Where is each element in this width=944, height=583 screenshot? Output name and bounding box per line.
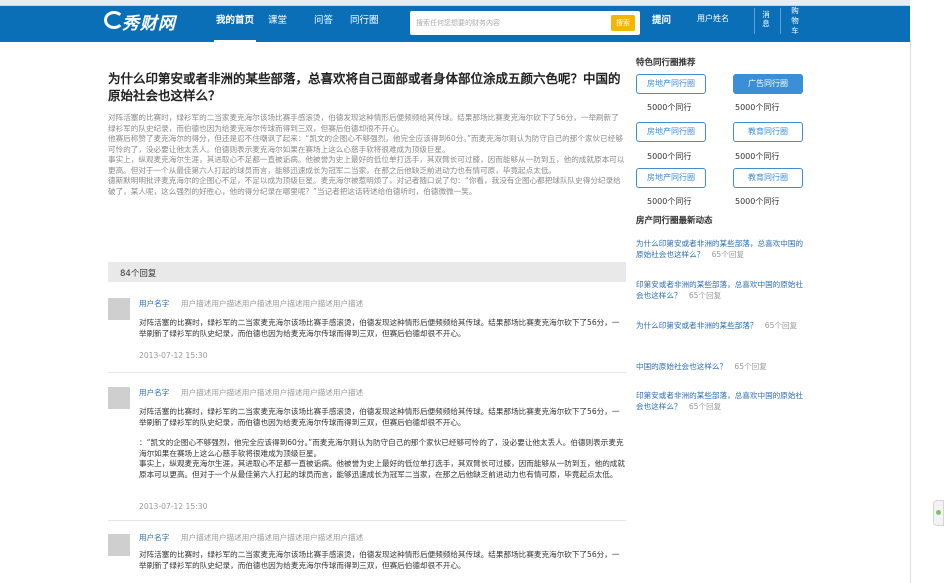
circle-news-title[interactable]: 中国的原始社会也这样么？ — [636, 362, 727, 371]
reply-count: 84个回复 — [120, 269, 157, 279]
nav-home[interactable]: 我的首页 — [216, 12, 254, 26]
circle-news-title[interactable]: 为什么印第安或者非洲的某些部落？ — [636, 321, 758, 330]
question-paragraph: 事实上，纵观麦克海尔生涯，其进取心不足都一直被诟病。他被誉为史上最好的低位单打选… — [108, 155, 625, 175]
answer-item: 用户名字 用户描述用户描述用户描述用户描述用户描述用户描述 对阵活塞的比赛时，绿… — [108, 532, 626, 583]
circle-member-count: 5000个同行 — [647, 152, 692, 161]
site-logo[interactable]: 秀财网 — [122, 9, 176, 34]
circle-news-reply-count: 65个回复 — [764, 321, 798, 330]
nav-classroom[interactable]: 课堂 — [268, 12, 287, 26]
question-title: 为什么印第安或者非洲的某些部落，总喜欢将自己面部或者身体部位涂成五颜六色呢？中国… — [108, 71, 621, 103]
answer-paragraph: 事实上，纵观麦克海尔生涯，其进取心不足都一直被诟病。他被誉为史上最好的低位单打选… — [139, 459, 625, 479]
avatar[interactable] — [108, 298, 130, 320]
answer-user-description: 用户描述用户描述用户描述用户描述用户描述用户描述 — [181, 299, 364, 308]
answer-item: 用户名字 用户描述用户描述用户描述用户描述用户描述用户描述 对阵活塞的比赛时，绿… — [108, 298, 626, 362]
answer-divider — [108, 372, 626, 373]
status-dot-icon — [936, 510, 941, 515]
answer-paragraph: 对阵活塞的比赛时，绿衫军的二当家麦克海尔该场比赛手感滚烫，伯德发现这种情形后便频… — [139, 550, 620, 570]
answer-text: 对阵活塞的比赛时，绿衫军的二当家麦克海尔该场比赛手感滚烫，伯德发现这种情形后便频… — [139, 407, 625, 480]
nav-active-indicator — [214, 40, 256, 42]
answer-text: 对阵活塞的比赛时，绿衫军的二当家麦克海尔该场比赛手感滚烫，伯德发现这种情形后便频… — [139, 318, 625, 339]
answer-paragraph: 对阵活塞的比赛时，绿衫军的二当家麦克海尔该场比赛手感滚烫，伯德发现这种情形后便频… — [139, 407, 620, 427]
reply-count-bar: 84个回复 — [108, 262, 626, 282]
circle-news-item[interactable]: 为什么印第安或者非洲的某些部落？ 65个回复 — [636, 320, 806, 331]
search-button[interactable]: 搜索 — [611, 15, 635, 31]
nav-circles[interactable]: 同行圈 — [350, 12, 379, 26]
circle-news-item[interactable]: 印第安或者非洲的某些部落，总喜欢中国的原始社会也这样么？ 65个回复 — [636, 279, 806, 301]
circle-news-reply-count: 65个回复 — [688, 402, 722, 411]
answer-date: 2013-07-12 15:30 — [139, 351, 208, 360]
circle-news-item[interactable]: 印第安或者非洲的某些部落，总喜欢中国的原始社会也这样么？ 65个回复 — [636, 390, 806, 412]
circle-member-count: 5000个同行 — [647, 197, 692, 206]
answer-date: 2013-07-12 15:30 — [139, 502, 208, 511]
circle-button-real-estate[interactable]: 房地产同行圈 — [636, 168, 706, 188]
answer-text: 对阵活塞的比赛时，绿衫军的二当家麦克海尔该场比赛手感滚烫，伯德发现这种情形后便频… — [139, 550, 625, 571]
circle-member-count: 5000个同行 — [735, 152, 780, 161]
avatar[interactable] — [108, 534, 130, 556]
nav-divider — [754, 8, 755, 34]
answer-username[interactable]: 用户名字 — [139, 532, 169, 543]
answer-paragraph: ：“凯文的企图心不够强烈，他完全应该得到60分。”而麦克海尔则认为防守自己的那个… — [139, 438, 624, 458]
question-paragraph: 他赛后称赞了麦克海尔的得分，但还是忍不住嘲讽了起来：“凯文的企图心不够强烈，他完… — [108, 134, 623, 154]
circle-button-education[interactable]: 教育同行圈 — [733, 168, 803, 188]
question-paragraph: 对阵活塞的比赛时，绿衫军的二当家麦克海尔该场比赛手感滚烫，伯德发现这种情形后便频… — [108, 113, 619, 133]
cart-link[interactable]: 购物车 — [789, 6, 801, 36]
page-edge-line — [910, 40, 911, 583]
circle-button-real-estate[interactable]: 房地产同行圈 — [636, 122, 706, 142]
circle-button-advertising[interactable]: 广告同行圈 — [733, 74, 803, 94]
answer-user-description: 用户描述用户描述用户描述用户描述用户描述用户描述 — [181, 533, 364, 542]
answer-user-description: 用户描述用户描述用户描述用户描述用户描述用户描述 — [181, 388, 364, 397]
circle-news-reply-count: 65个回复 — [688, 291, 722, 300]
circle-news-item[interactable]: 为什么印第安或者非洲的某些部落，总喜欢中国的原始社会也这样么？ 65个回复 — [636, 238, 806, 260]
logo-icon — [104, 11, 124, 29]
circle-news-reply-count: 65个回复 — [711, 250, 745, 259]
circle-news-heading: 房产同行圈最新动态 — [636, 216, 713, 226]
ask-question-link[interactable]: 提问 — [652, 12, 671, 26]
nav-divider — [780, 8, 781, 34]
answer-item: 用户名字 用户描述用户描述用户描述用户描述用户描述用户描述 对阵活塞的比赛时，绿… — [108, 387, 626, 512]
question-body: 对阵活塞的比赛时，绿衫军的二当家麦克海尔该场比赛手感滚烫，伯德发现这种情形后便频… — [108, 113, 626, 197]
answer-username[interactable]: 用户名字 — [139, 298, 169, 309]
search-input[interactable] — [416, 15, 606, 31]
circle-member-count: 5000个同行 — [647, 103, 692, 112]
circle-member-count: 5000个同行 — [735, 103, 780, 112]
answer-paragraph: 对阵活塞的比赛时，绿衫军的二当家麦克海尔该场比赛手感滚烫，伯德发现这种情形后便频… — [139, 318, 620, 338]
user-name-link[interactable]: 用户姓名 — [697, 13, 729, 24]
circle-button-real-estate[interactable]: 房地产同行圈 — [636, 74, 706, 94]
search-box: 搜索 — [410, 11, 640, 35]
answer-divider — [108, 520, 626, 521]
avatar[interactable] — [108, 387, 130, 409]
circle-button-education[interactable]: 教育同行圈 — [733, 122, 803, 142]
nav-qa[interactable]: 问答 — [314, 12, 333, 26]
answer-username[interactable]: 用户名字 — [139, 387, 169, 398]
recommend-circles-heading: 特色同行圈推荐 — [636, 58, 696, 68]
circle-news-reply-count: 65个回复 — [734, 362, 767, 371]
circle-news-item[interactable]: 中国的原始社会也这样么？ 65个回复 — [636, 361, 806, 372]
messages-link[interactable]: 消息 — [760, 10, 772, 34]
circle-member-count: 5000个同行 — [735, 197, 780, 206]
question-paragraph: 德斯默明明批评麦克海尔的企图心不足，不足以成为顶级巨星。麦克海尔被惹明烦了，对记… — [108, 176, 621, 196]
